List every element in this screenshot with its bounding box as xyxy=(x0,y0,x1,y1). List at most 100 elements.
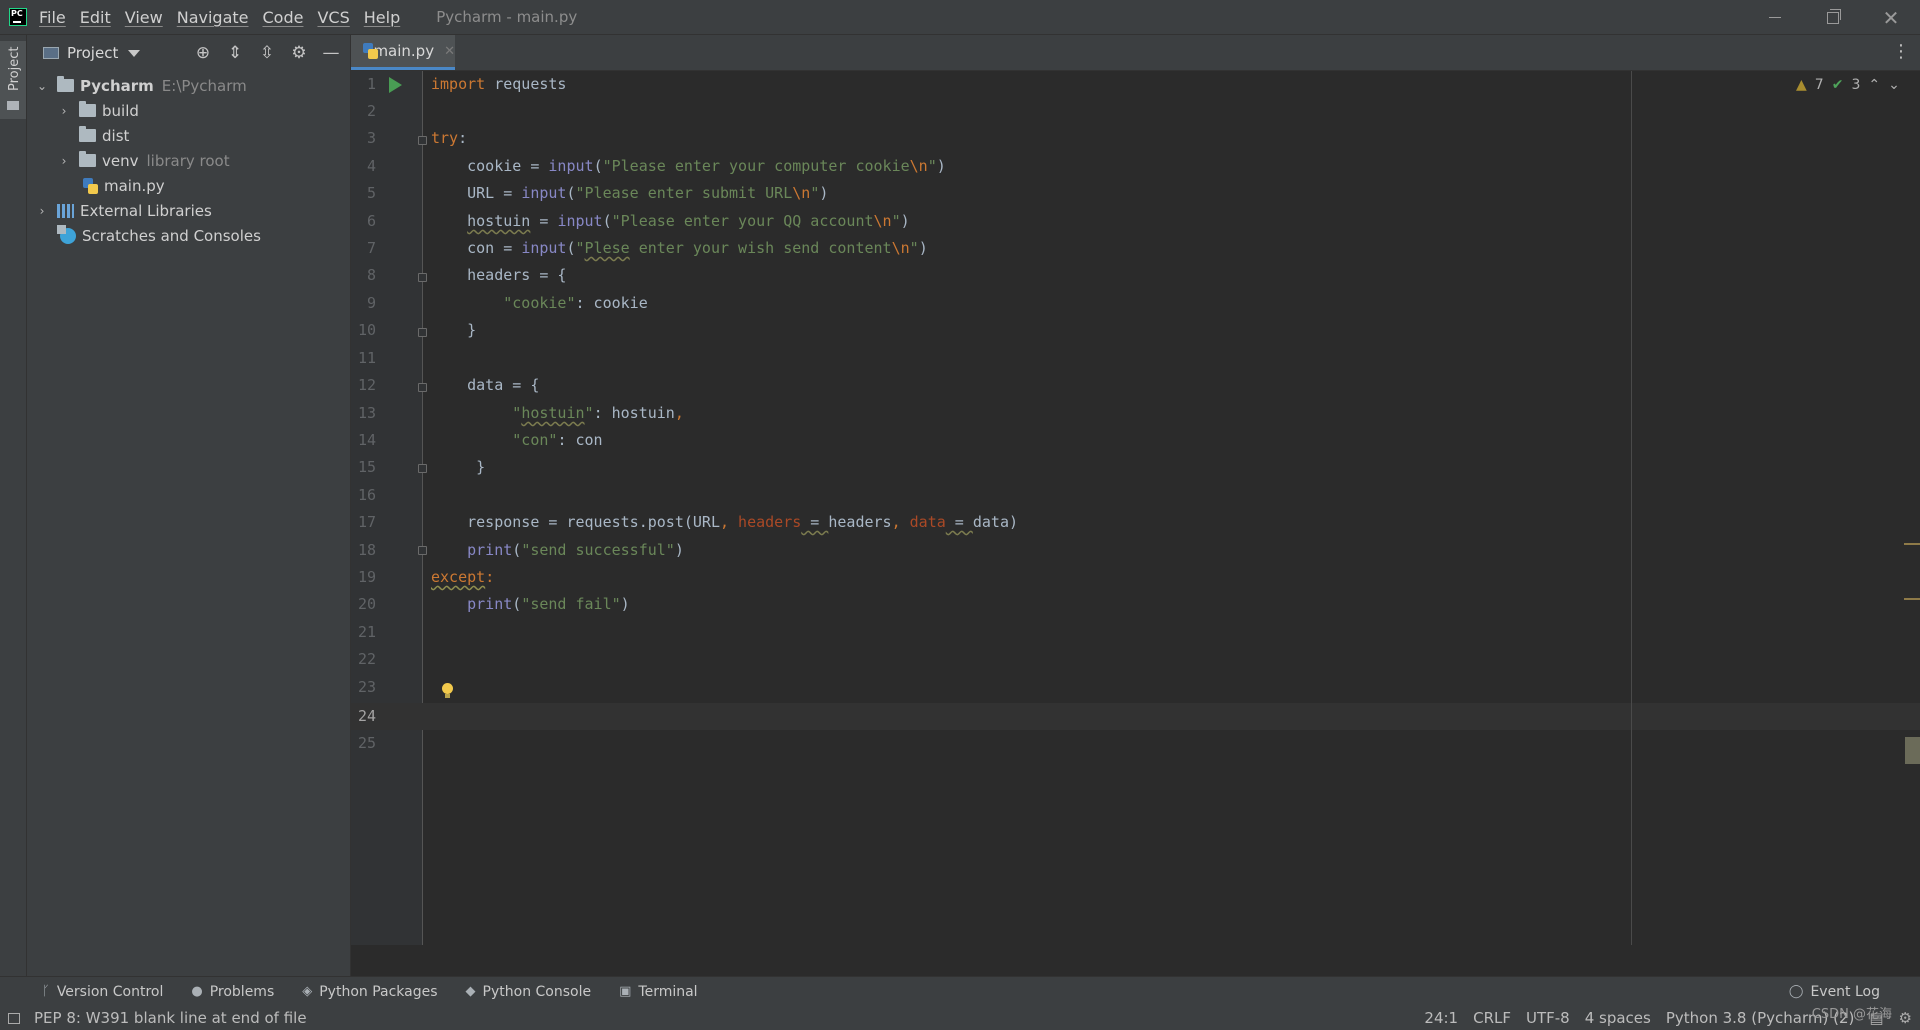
tree-item-label: Scratches and Consoles xyxy=(82,226,261,245)
line-number: 15 xyxy=(357,458,376,476)
line-number: 2 xyxy=(366,102,376,120)
tool-window-bar: ᚴ Version Control ● Problems ◈ Python Pa… xyxy=(0,976,1920,1006)
code-token: input xyxy=(521,184,567,202)
code-token: headers xyxy=(828,513,892,531)
code-token: input xyxy=(557,212,603,230)
code-token: data xyxy=(909,513,946,531)
menu-navigate[interactable]: Navigate xyxy=(175,6,251,29)
code-token: " xyxy=(810,184,820,202)
close-tab-icon[interactable]: ✕ xyxy=(444,44,455,59)
tree-item-dist[interactable]: dist xyxy=(27,123,350,148)
fold-marker[interactable] xyxy=(418,383,427,392)
chevron-right-icon[interactable]: › xyxy=(57,154,71,168)
code-token: input xyxy=(521,239,567,257)
chevron-right-icon[interactable]: › xyxy=(35,204,49,218)
python-file-icon xyxy=(363,43,380,59)
code-line: } xyxy=(431,458,486,476)
tree-item-venv[interactable]: › venv library root xyxy=(27,148,350,173)
code-token: = xyxy=(530,212,558,230)
project-tool-window-tab[interactable]: Project xyxy=(0,41,26,119)
code-token: ) xyxy=(819,184,829,202)
status-bar: PEP 8: W391 blank line at end of file 24… xyxy=(0,1006,1920,1030)
code-line: try: xyxy=(431,125,467,152)
code-token: " xyxy=(909,239,919,257)
gear-icon[interactable]: ⚙ xyxy=(290,43,308,63)
locate-file-icon[interactable]: ⊕ xyxy=(194,43,212,63)
toggle-tool-windows-icon[interactable] xyxy=(8,1012,20,1024)
menu-view[interactable]: View xyxy=(123,6,165,29)
close-window-button[interactable]: ✕ xyxy=(1862,0,1920,35)
line-separator[interactable]: CRLF xyxy=(1473,1009,1511,1027)
restore-button[interactable] xyxy=(1804,0,1862,35)
lightbulb-icon[interactable] xyxy=(442,683,453,698)
line-number: 21 xyxy=(357,623,376,641)
tree-item-label: dist xyxy=(102,126,130,145)
previous-highlight-icon[interactable]: ⌃ xyxy=(1868,77,1880,93)
file-encoding[interactable]: UTF-8 xyxy=(1526,1009,1570,1027)
scrollbar-thumb[interactable] xyxy=(1905,737,1920,764)
hide-panel-icon[interactable]: — xyxy=(322,43,340,63)
packages-icon: ◈ xyxy=(302,984,313,999)
menu-code[interactable]: Code xyxy=(261,6,306,29)
fold-marker[interactable] xyxy=(418,464,427,473)
event-log-button[interactable]: ◯ Event Log xyxy=(1789,984,1880,1000)
chevron-down-icon[interactable]: ⌄ xyxy=(35,79,49,93)
tree-item-main-py[interactable]: main.py xyxy=(27,173,350,198)
code-token: print xyxy=(467,595,513,613)
code-token: , xyxy=(674,404,684,422)
indent-setting[interactable]: 4 spaces xyxy=(1585,1009,1651,1027)
tree-item-label: main.py xyxy=(104,176,165,195)
code-token: : hostuin xyxy=(593,404,675,422)
code-token: "Please enter your computer cookie xyxy=(602,157,910,175)
error-stripe-mark[interactable] xyxy=(1904,598,1920,600)
tree-item-build[interactable]: › build xyxy=(27,98,350,123)
code-line: except: xyxy=(431,564,494,591)
chevron-down-icon[interactable] xyxy=(128,49,141,57)
line-number: 3 xyxy=(366,129,376,147)
inspection-widget[interactable]: ▲ 7 ✔ 3 ⌃ ⌄ xyxy=(1796,77,1900,93)
tree-item-external-libraries[interactable]: › External Libraries xyxy=(27,198,350,223)
gear-icon[interactable]: ⚙ xyxy=(1899,1009,1912,1027)
status-message[interactable]: PEP 8: W391 blank line at end of file xyxy=(34,1009,307,1027)
menu-vcs[interactable]: VCS xyxy=(315,6,351,29)
more-options-icon[interactable]: ⋮ xyxy=(1892,43,1910,61)
code-line: URL = input("Please enter submit URL\n") xyxy=(431,180,828,207)
run-icon[interactable] xyxy=(389,77,402,93)
fold-marker[interactable] xyxy=(418,546,427,555)
chevron-right-icon[interactable]: › xyxy=(57,104,71,118)
code-token: \n xyxy=(873,212,892,230)
tree-item-scratches[interactable]: Scratches and Consoles xyxy=(27,223,350,248)
fold-marker[interactable] xyxy=(418,136,427,145)
project-view-selector[interactable]: Project xyxy=(67,44,118,62)
menu-file[interactable]: File xyxy=(37,6,68,29)
tree-item-note: library root xyxy=(146,151,230,170)
problems-button[interactable]: ● Problems xyxy=(191,984,274,1000)
minimize-button[interactable] xyxy=(1746,0,1804,35)
next-highlight-icon[interactable]: ⌄ xyxy=(1888,77,1900,93)
code-token: "cookie" xyxy=(503,294,576,312)
menu-edit[interactable]: Edit xyxy=(78,6,113,29)
scratches-icon xyxy=(57,224,76,244)
code-token: hostuin xyxy=(521,404,585,422)
editor-tab-bar: main.py ✕ ⋮ xyxy=(351,35,1920,71)
tree-item-pycharm[interactable]: ⌄ Pycharm E:\Pycharm xyxy=(27,73,350,98)
python-file-icon xyxy=(83,177,98,194)
fold-marker[interactable] xyxy=(418,328,427,337)
python-console-button[interactable]: ◆ Python Console xyxy=(466,984,592,1000)
caret-position[interactable]: 24:1 xyxy=(1424,1009,1458,1027)
fold-marker[interactable] xyxy=(418,273,427,282)
python-packages-button[interactable]: ◈ Python Packages xyxy=(302,984,437,1000)
menu-help[interactable]: Help xyxy=(362,6,402,29)
tab-main-py[interactable]: main.py ✕ xyxy=(351,35,455,70)
expand-all-icon[interactable]: ⇕ xyxy=(226,43,244,63)
collapse-all-icon[interactable]: ⇳ xyxy=(258,43,276,63)
code-token: "send successful" xyxy=(521,541,675,559)
code-token: enter your wish send content xyxy=(629,239,892,257)
error-stripe-mark[interactable] xyxy=(1904,543,1920,545)
version-control-button[interactable]: ᚴ Version Control xyxy=(42,984,163,1000)
check-icon: ✔ xyxy=(1831,77,1844,93)
code-token: try xyxy=(431,129,459,147)
terminal-button[interactable]: ▣ Terminal xyxy=(619,984,697,1000)
